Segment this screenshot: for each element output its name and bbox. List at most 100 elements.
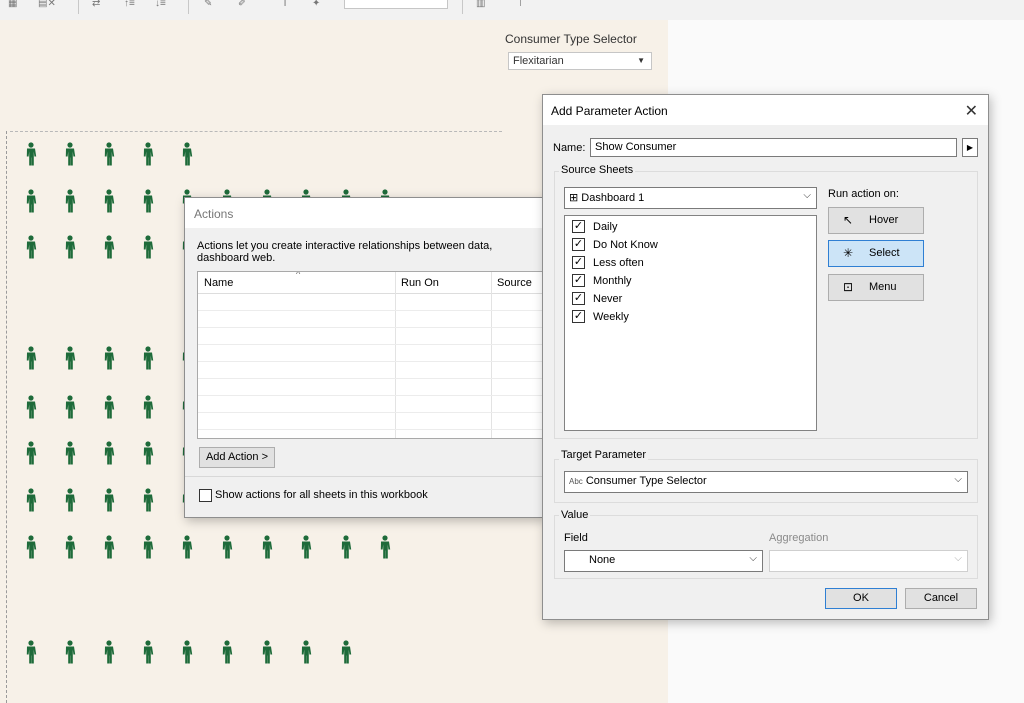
field-select[interactable]: None ⌵ [564, 550, 763, 572]
person-icon [25, 142, 37, 166]
sheet-checkbox[interactable]: ✓ [572, 220, 585, 233]
grid-icon[interactable]: ▦ [8, 0, 17, 10]
table-icon: ⊞ [569, 192, 579, 204]
dialog-description: Actions let you create interactive relat… [197, 240, 493, 264]
column-header-run-on[interactable]: Run On [401, 277, 439, 289]
cancel-button[interactable]: Cancel [905, 588, 977, 609]
person-icon [64, 142, 76, 166]
person-icon [181, 535, 193, 559]
label-icon[interactable]: T [282, 0, 288, 10]
target-parameter-value: Consumer Type Selector [585, 475, 707, 487]
person-icon [103, 189, 115, 213]
sheet-label: Monthly [593, 275, 632, 287]
sheet-checkbox[interactable]: ✓ [572, 310, 585, 323]
column-header-name[interactable]: Name [204, 277, 233, 289]
string-type-badge: Abc [569, 477, 583, 486]
container-border [6, 131, 7, 703]
person-icon [103, 488, 115, 512]
person-icon [103, 142, 115, 166]
highlight-icon[interactable]: ✎ [204, 0, 212, 10]
table-row [198, 412, 545, 413]
toolbar-divider [462, 0, 463, 14]
person-icon [103, 441, 115, 465]
sort-asc-icon[interactable]: ↑≡ [124, 0, 135, 10]
person-icon [142, 395, 154, 419]
person-icon [25, 535, 37, 559]
target-parameter-select[interactable]: Abc Consumer Type Selector ⌵ [564, 471, 968, 493]
menu-label: Menu [869, 281, 897, 293]
sheet-selector[interactable]: ⊞ Dashboard 1 ⌵ [564, 187, 817, 209]
target-parameter-label: Target Parameter [559, 449, 648, 461]
person-icon [64, 488, 76, 512]
person-icon [181, 640, 193, 664]
person-icon [142, 346, 154, 370]
sheet-list[interactable]: ✓ Daily ✓ Do Not Know ✓ Less often ✓ Mon… [564, 215, 817, 431]
aggregation-select: ⌵ [769, 550, 968, 572]
person-icon [25, 640, 37, 664]
sheet-selector-value: Dashboard 1 [581, 192, 645, 204]
dropdown-arrow-icon: ▼ [637, 56, 645, 65]
table-row [198, 395, 545, 396]
person-icon [340, 535, 352, 559]
person-icon [142, 441, 154, 465]
value-label: Value [559, 509, 591, 521]
person-icon [221, 640, 233, 664]
sheet-checkbox[interactable]: ✓ [572, 256, 585, 269]
hover-button[interactable]: ↖ Hover [828, 207, 924, 234]
sheet-checkbox[interactable]: ✓ [572, 292, 585, 305]
toolbar-divider [78, 0, 79, 14]
sort-desc-icon[interactable]: ↓≡ [155, 0, 166, 10]
column-header-source[interactable]: Source [497, 277, 532, 289]
add-parameter-action-dialog: Add Parameter Action ✕ Name: Show Consum… [542, 94, 989, 620]
menu-button[interactable]: ⊡ Menu [828, 274, 924, 301]
sheet-checkbox[interactable]: ✓ [572, 238, 585, 251]
pen-icon[interactable]: ✐ [238, 0, 246, 10]
person-icon [103, 346, 115, 370]
ok-button[interactable]: OK [825, 588, 897, 609]
show-all-checkbox[interactable] [199, 489, 212, 502]
presentation-icon[interactable]: ⊤ [516, 0, 525, 10]
swap-icon[interactable]: ⇄ [92, 0, 100, 10]
cursor-icon: ↖ [843, 213, 854, 227]
select-button[interactable]: ✳ Select [828, 240, 924, 267]
run-action-label: Run action on: [828, 188, 899, 200]
person-icon [300, 640, 312, 664]
dialog-title-text: Add Parameter Action [551, 104, 668, 118]
pin-icon[interactable]: ✦ [312, 0, 320, 10]
hover-label: Hover [869, 214, 899, 226]
menu-cursor-icon: ⊡ [843, 280, 854, 294]
sheet-label: Weekly [593, 311, 629, 323]
sheet-checkbox[interactable]: ✓ [572, 274, 585, 287]
chevron-down-icon: ⌵ [954, 553, 962, 564]
insert-menu-arrow-icon[interactable]: ▶ [962, 138, 978, 157]
table-row [198, 327, 545, 328]
person-icon [25, 189, 37, 213]
close-icon[interactable]: ✕ [965, 101, 978, 121]
column-divider [491, 272, 492, 438]
sheet-label: Do Not Know [593, 239, 658, 251]
add-action-button[interactable]: Add Action > [199, 447, 275, 468]
person-icon [103, 640, 115, 664]
table-row [198, 344, 545, 345]
person-icon [261, 535, 273, 559]
person-icon [25, 395, 37, 419]
chevron-down-icon: ⌵ [749, 553, 757, 564]
table-row [198, 378, 545, 379]
fit-selector[interactable] [344, 0, 448, 9]
person-icon [142, 488, 154, 512]
chevron-down-icon: ⌵ [954, 474, 962, 485]
person-icon [103, 395, 115, 419]
actions-table[interactable]: Name ^ Run On Source [197, 271, 545, 439]
clear-sheet-icon[interactable]: ▤✕ [38, 0, 56, 10]
container-border [10, 131, 502, 132]
consumer-type-select[interactable]: Flexitarian ▼ [508, 52, 652, 70]
person-icon [64, 640, 76, 664]
person-icon [64, 235, 76, 259]
person-icon [340, 640, 352, 664]
name-input[interactable]: Show Consumer [590, 138, 957, 157]
field-label: Field [564, 532, 588, 544]
view-icon[interactable]: ▥ [476, 0, 485, 10]
person-icon [25, 346, 37, 370]
toolbar-divider [188, 0, 189, 14]
dialog-title: Add Parameter Action [543, 95, 988, 125]
